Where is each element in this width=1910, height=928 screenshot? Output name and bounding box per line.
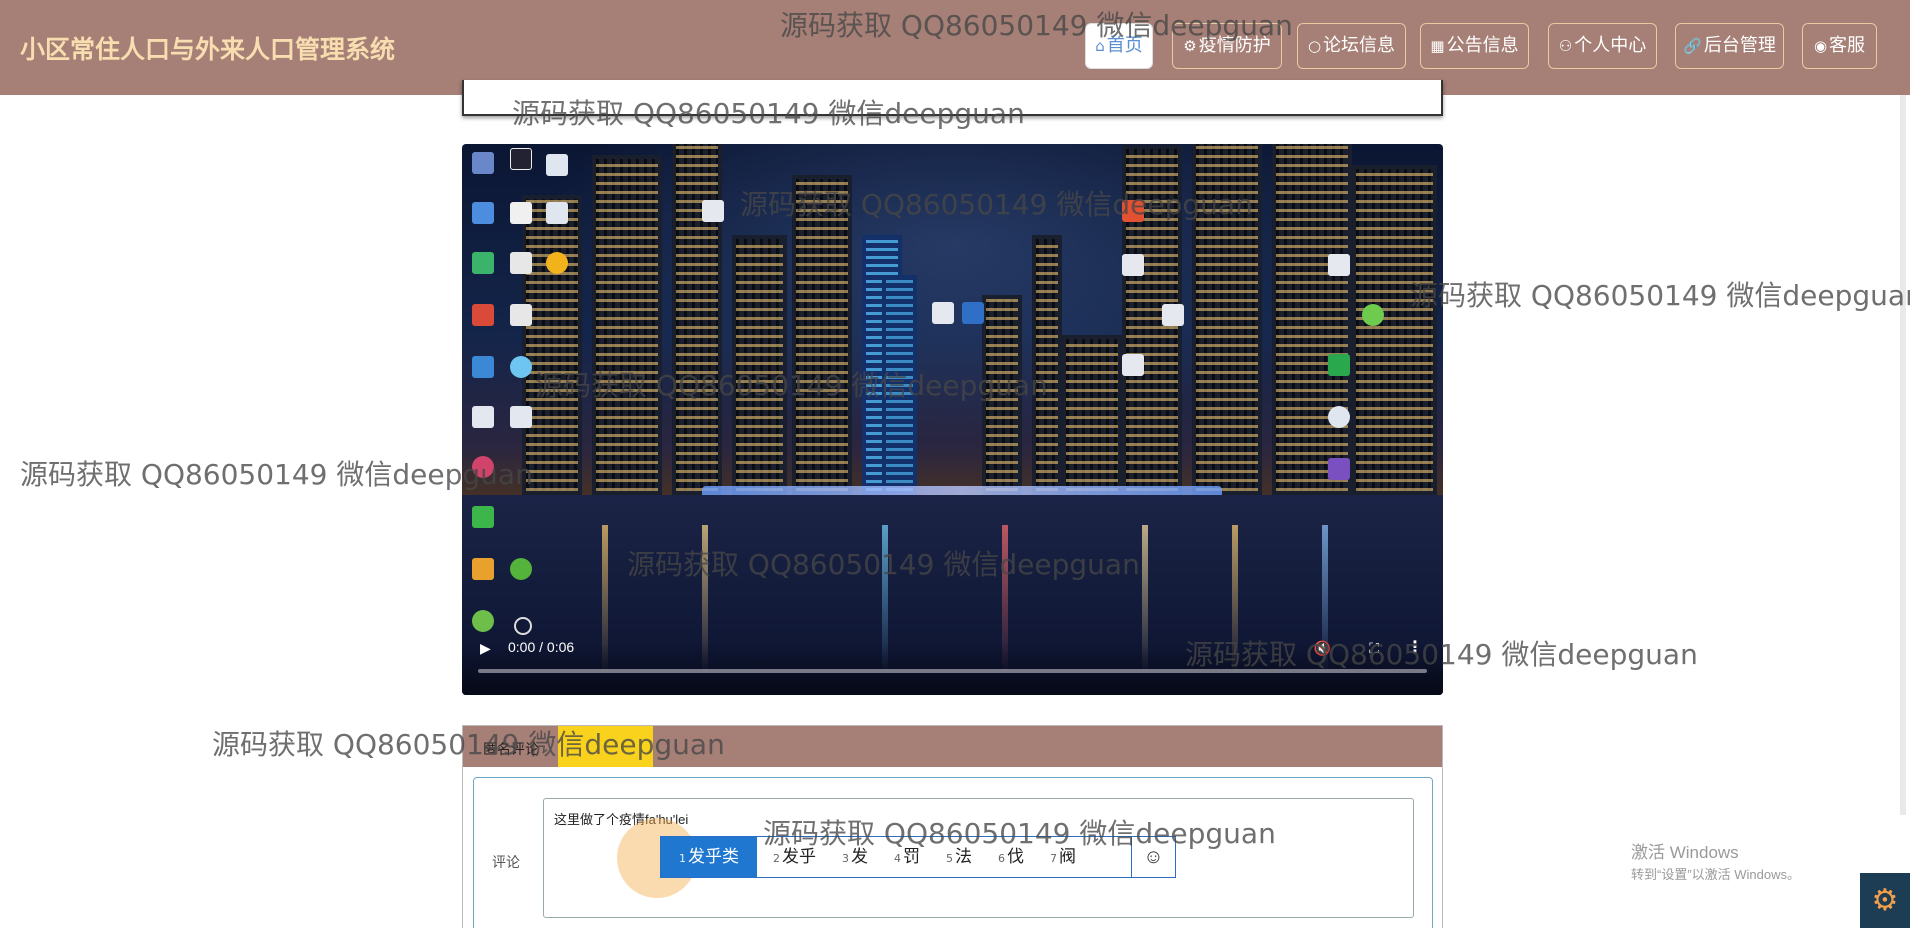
desktop-shortcut-icon — [472, 252, 494, 274]
nav-epidemic-label: 疫情防护 — [1198, 35, 1271, 56]
desktop-shortcut-icon — [546, 202, 568, 224]
comment-panel-title: 匿名评论 — [483, 741, 539, 757]
desktop-shortcut-icon — [510, 558, 532, 580]
nav-home[interactable]: ⌂ 首页 — [1085, 23, 1153, 69]
video-building — [792, 175, 852, 495]
nav-notice-label: 公告信息 — [1446, 35, 1519, 56]
desktop-shortcut-icon — [472, 356, 494, 378]
video-building — [522, 195, 582, 495]
desktop-shortcut-icon — [1122, 354, 1144, 376]
comment-label: 评论 — [492, 854, 520, 870]
volume-icon[interactable]: 🔇 — [1314, 640, 1331, 657]
fullscreen-icon[interactable]: ⛶ — [1369, 640, 1379, 657]
video-building — [1272, 144, 1352, 495]
link-icon: 🔗 — [1683, 37, 1702, 55]
desktop-shortcut-icon — [472, 304, 494, 326]
desktop-shortcut-icon — [472, 610, 494, 632]
desktop-shortcut-icon — [472, 152, 494, 174]
comment-form: 评论 这里做了个疫情fa'hu'lei 1 发乎类 2 发乎 3发 4罚 5法 6伐… — [473, 777, 1433, 928]
desktop-shortcut-icon — [472, 202, 494, 224]
desktop-shortcut-icon — [510, 148, 532, 170]
chat-icon: ◉ — [1813, 37, 1828, 55]
more-options-icon[interactable]: ⋮ — [1407, 637, 1423, 657]
desktop-shortcut-icon — [510, 252, 532, 274]
video-progress-bar[interactable] — [478, 669, 1427, 673]
emoji-icon[interactable]: ☺ — [1131, 837, 1175, 877]
comment-panel: 匿名评论 评论 这里做了个疫情fa'hu'lei 1 发乎类 2 发乎 3发 4罚 … — [462, 725, 1443, 928]
nav-home-label: 首页 — [1106, 35, 1143, 56]
desktop-shortcut-icon — [510, 304, 532, 326]
desktop-shortcut-icon — [1122, 254, 1144, 276]
video-building — [592, 155, 662, 495]
video-building — [672, 144, 722, 495]
play-icon[interactable]: ▶ — [480, 640, 491, 657]
video-building — [732, 235, 787, 495]
page: 小区常住人口与外来人口管理系统 ⌂ 首页 ⚙ 疫情防护 ○ 论坛信息 ▦ 公告信息 ⚇ 个… — [0, 0, 1910, 928]
desktop-shortcut-icon — [1328, 354, 1350, 376]
page-scrollbar[interactable] — [1900, 95, 1906, 815]
comment-panel-header: 匿名评论 — [463, 726, 1442, 767]
home-icon: ⌂ — [1095, 37, 1105, 55]
desktop-shortcut-icon — [510, 406, 532, 428]
settings-gear-icon[interactable]: ⚙ — [1860, 873, 1910, 928]
ime-candidate[interactable]: 1 发乎类 — [661, 837, 757, 877]
desktop-shortcut-icon — [702, 200, 724, 222]
nav-admin-label: 后台管理 — [1703, 35, 1776, 56]
ime-candidate[interactable]: 2 发乎 — [767, 837, 822, 877]
ime-candidate[interactable]: 6伐 — [992, 837, 1030, 877]
nav-profile[interactable]: ⚇ 个人中心 — [1548, 23, 1657, 69]
windows-activation-hint: 转到“设置”以激活 Windows。 — [1631, 867, 1801, 882]
desktop-shortcut-icon — [1328, 406, 1350, 428]
video-building — [982, 295, 1022, 495]
watermark-text: 源码获取 QQ86050149 微信deepguan — [20, 458, 533, 491]
desktop-shortcut-icon — [472, 406, 494, 428]
nav-profile-label: 个人中心 — [1574, 35, 1647, 56]
virus-icon: ⚙ — [1183, 37, 1197, 55]
desktop-shortcut-icon — [472, 558, 494, 580]
video-player[interactable]: ▶ 0:00 / 0:06 🔇 ⛶ ⋮ — [462, 144, 1443, 695]
desktop-shortcut-icon — [472, 506, 494, 528]
desktop-shortcut-icon — [510, 356, 532, 378]
watermark-text: 源码获取 QQ86050149 微信deepguan — [1410, 279, 1910, 312]
loading-spinner-icon — [514, 617, 532, 635]
nav-admin[interactable]: 🔗 后台管理 — [1675, 23, 1784, 69]
user-icon: ⚇ — [1558, 37, 1573, 55]
video-building — [1352, 165, 1437, 495]
ime-candidate[interactable]: 4罚 — [888, 837, 926, 877]
ime-candidate[interactable]: 5法 — [940, 837, 978, 877]
desktop-shortcut-icon — [546, 154, 568, 176]
nav-forum[interactable]: ○ 论坛信息 — [1297, 23, 1406, 69]
desktop-shortcut-icon — [546, 252, 568, 274]
desktop-shortcut-icon — [1328, 458, 1350, 480]
video-time: 0:00 / 0:06 — [508, 639, 575, 655]
desktop-shortcut-icon — [932, 302, 954, 324]
ime-candidate[interactable]: 3发 — [836, 837, 874, 877]
site-title: 小区常住人口与外来人口管理系统 — [20, 35, 396, 64]
desktop-shortcut-icon — [1162, 304, 1184, 326]
ime-candidate-bar: 1 发乎类 2 发乎 3发 4罚 5法 6伐 7阀 ☺ — [660, 836, 1176, 878]
nav-forum-label: 论坛信息 — [1323, 35, 1396, 56]
desktop-shortcut-icon — [1362, 304, 1384, 326]
desktop-shortcut-icon — [510, 202, 532, 224]
desktop-shortcut-icon — [472, 456, 494, 478]
nav-epidemic[interactable]: ⚙ 疫情防护 — [1172, 23, 1282, 69]
windows-activation-title: 激活 Windows — [1631, 843, 1739, 862]
video-building — [1192, 144, 1262, 495]
video-building — [882, 275, 917, 495]
nav-service[interactable]: ◉ 客服 — [1802, 23, 1877, 69]
nav-service-label: 客服 — [1829, 35, 1866, 56]
ime-candidate[interactable]: 7阀 — [1044, 837, 1082, 877]
nav-notice[interactable]: ▦ 公告信息 — [1420, 23, 1529, 69]
top-panel-edge — [462, 80, 1443, 116]
desktop-shortcut-icon — [962, 302, 984, 324]
header-highlight — [558, 726, 653, 767]
video-building — [1032, 235, 1062, 495]
circle-icon: ○ — [1307, 37, 1322, 55]
video-building — [1062, 335, 1122, 495]
grid-icon: ▦ — [1430, 37, 1445, 55]
desktop-shortcut-icon — [1328, 254, 1350, 276]
desktop-shortcut-icon — [1122, 200, 1144, 222]
